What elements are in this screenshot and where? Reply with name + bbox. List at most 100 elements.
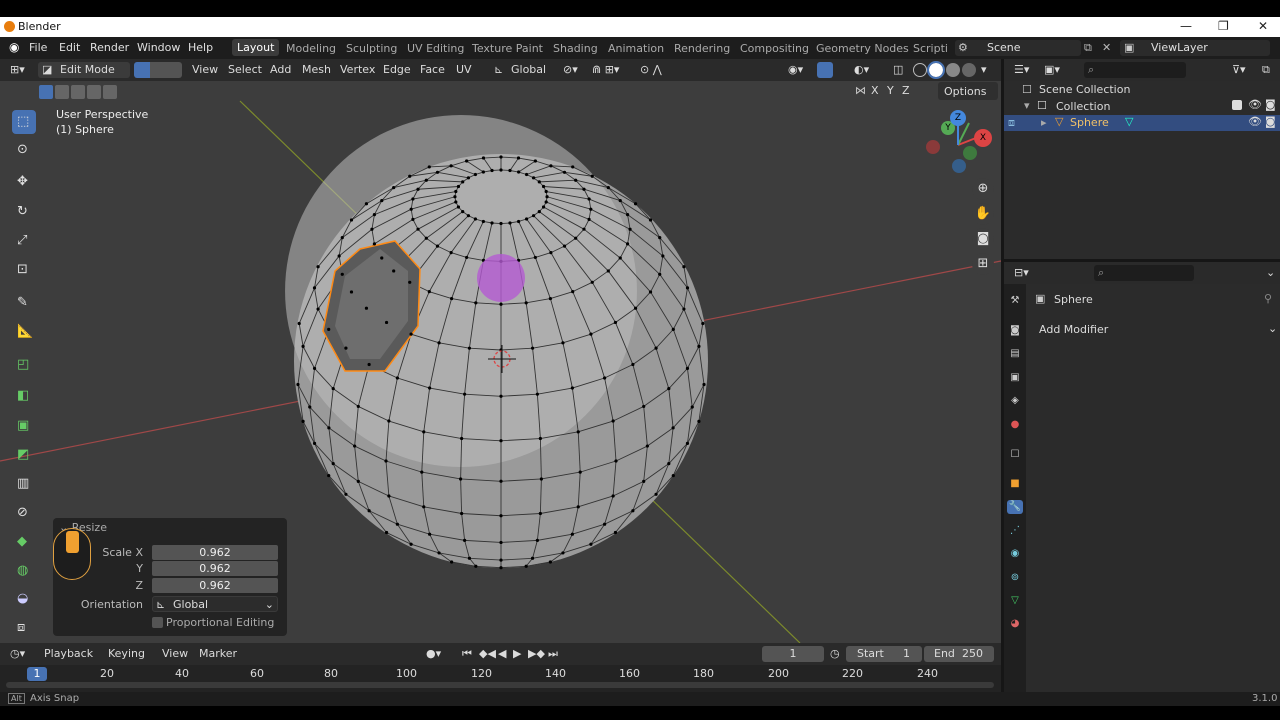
- new-collection-icon[interactable]: ⧉: [1262, 63, 1270, 77]
- display-mode-icon[interactable]: ▣▾: [1044, 63, 1060, 76]
- scale-y-field[interactable]: 0.962: [152, 561, 278, 576]
- header-menu-select[interactable]: Select: [228, 63, 262, 76]
- header-menu-edge[interactable]: Edge: [383, 63, 411, 76]
- workspace-tab-scripting[interactable]: Scripti: [913, 42, 948, 55]
- collection-label[interactable]: Collection: [1056, 100, 1110, 113]
- face-select-mode-button[interactable]: [166, 62, 182, 78]
- new-scene-icon[interactable]: ⧉: [1084, 41, 1092, 55]
- properties-options-icon[interactable]: ⌄: [1266, 266, 1275, 279]
- workspace-tab-modeling[interactable]: Modeling: [286, 42, 336, 55]
- select-mode-buttons[interactable]: [36, 84, 118, 100]
- prev-keyframe-icon[interactable]: ◆◀: [479, 647, 496, 660]
- filter-icon[interactable]: ⊽▾: [1232, 63, 1246, 76]
- menu-file[interactable]: File: [29, 41, 47, 54]
- timeline-menu-playback[interactable]: Playback: [44, 647, 93, 660]
- spin-tool[interactable]: ◍: [12, 559, 36, 583]
- overlay-icon[interactable]: ◐▾: [854, 63, 869, 76]
- bevel-tool[interactable]: ◩: [12, 443, 36, 467]
- scene-tab-icon[interactable]: ◈: [1008, 394, 1022, 408]
- current-frame-field[interactable]: 1: [762, 646, 824, 662]
- proportional-editing-icon[interactable]: ⊙ ⋀: [640, 63, 662, 76]
- workspace-tab-layout[interactable]: Layout: [232, 39, 280, 56]
- edit-mode-indicator-icon[interactable]: ⧈: [1008, 116, 1015, 130]
- timeline-menu-marker[interactable]: Marker: [199, 647, 237, 660]
- object-tab-icon[interactable]: ■: [1008, 477, 1022, 491]
- start-frame-field[interactable]: Start 1: [846, 646, 922, 662]
- adjust-last-operation-panel[interactable]: ⌄ Resize Scale X 0.962 Y 0.962 Z 0.962 O…: [53, 518, 287, 636]
- particles-tab-icon[interactable]: ⋰: [1008, 524, 1022, 538]
- collection-render-camera-icon[interactable]: ◙: [1265, 98, 1276, 111]
- select-intersect-icon[interactable]: [103, 85, 117, 99]
- area-separator-horizontal[interactable]: [1004, 259, 1280, 262]
- cursor-tool[interactable]: ⊙: [12, 138, 36, 162]
- snap-icon[interactable]: ⋒ ⊞▾: [592, 63, 619, 76]
- mirror-icon[interactable]: ⋈: [855, 84, 866, 97]
- xray-icon[interactable]: ◫: [893, 63, 903, 76]
- collection-tab-icon[interactable]: ☐: [1008, 448, 1022, 462]
- gizmo-x-axis[interactable]: X: [974, 129, 992, 147]
- workspace-tab-sculpting[interactable]: Sculpting: [346, 42, 397, 55]
- physics-tab-icon[interactable]: ◉: [1008, 547, 1022, 561]
- end-frame-field[interactable]: End 250: [924, 646, 994, 662]
- modifier-tab-icon[interactable]: 🔧: [1007, 500, 1023, 514]
- output-tab-icon[interactable]: ▤: [1008, 347, 1022, 361]
- navigation-gizmo[interactable]: X Y Z: [925, 110, 995, 180]
- playhead-frame[interactable]: 1: [27, 667, 47, 681]
- jump-end-icon[interactable]: ⏭: [548, 647, 558, 661]
- transform-tool[interactable]: ⊡: [12, 258, 36, 282]
- header-menu-mesh[interactable]: Mesh: [302, 63, 331, 76]
- workspace-tab-rendering[interactable]: Rendering: [674, 42, 730, 55]
- sphere-visibility-eye-icon[interactable]: 👁: [1248, 115, 1262, 128]
- mesh-data-icon[interactable]: ▽: [1125, 115, 1133, 128]
- timeline-menu-view[interactable]: View: [162, 647, 188, 660]
- autokey-record-icon[interactable]: ●▾: [426, 647, 441, 660]
- move-tool[interactable]: ✥: [12, 170, 36, 194]
- gizmo-neg-x-axis[interactable]: [926, 140, 940, 154]
- workspace-tab-shading[interactable]: Shading: [553, 42, 598, 55]
- mirror-x-toggle[interactable]: X: [871, 84, 879, 97]
- collection-exclude-checkbox[interactable]: [1232, 100, 1242, 110]
- workspace-tab-uv-editing[interactable]: UV Editing: [407, 42, 464, 55]
- menu-render[interactable]: Render: [90, 41, 129, 54]
- close-button[interactable]: ✕: [1258, 19, 1268, 33]
- clock-icon[interactable]: ◷: [830, 647, 840, 660]
- gizmo-toggle-button[interactable]: [817, 62, 833, 78]
- material-tab-icon[interactable]: ◕: [1008, 617, 1022, 631]
- header-menu-add[interactable]: Add: [270, 63, 291, 76]
- visibility-icon[interactable]: ◉▾: [788, 63, 803, 76]
- proportional-editing-checkbox[interactable]: [152, 617, 163, 628]
- properties-search-input[interactable]: ⌕: [1094, 265, 1194, 281]
- workspace-tab-compositing[interactable]: Compositing: [740, 42, 809, 55]
- wireframe-shading-button[interactable]: [913, 63, 927, 77]
- editor-type-icon[interactable]: ⊞▾: [10, 63, 25, 76]
- header-menu-view[interactable]: View: [192, 63, 218, 76]
- solid-shading-button[interactable]: [927, 61, 945, 79]
- pan-hand-icon[interactable]: ✋: [972, 203, 994, 225]
- smooth-tool[interactable]: ◒: [12, 587, 36, 611]
- add-cube-tool[interactable]: ◰: [12, 353, 36, 377]
- annotate-tool[interactable]: ✎: [12, 291, 36, 315]
- camera-view-icon[interactable]: ◙: [972, 228, 994, 250]
- collection-expand-icon[interactable]: ▾: [1024, 99, 1030, 112]
- header-menu-vertex[interactable]: Vertex: [340, 63, 375, 76]
- material-shading-button[interactable]: [946, 63, 960, 77]
- constraints-tab-icon[interactable]: ⊚: [1008, 571, 1022, 585]
- mode-selector[interactable]: ◪ Edit Mode: [38, 62, 130, 78]
- orientation-select[interactable]: ⊾ Global ⌄: [152, 596, 278, 612]
- tool-tab-icon[interactable]: ⚒: [1008, 294, 1022, 308]
- perspective-toggle-icon[interactable]: ⊞: [972, 253, 994, 275]
- properties-editor-icon[interactable]: ⊟▾: [1014, 266, 1029, 279]
- measure-tool[interactable]: 📐: [12, 320, 36, 344]
- maximize-button[interactable]: ❐: [1218, 19, 1229, 33]
- workspace-tab-geometry-nodes[interactable]: Geometry Nodes: [816, 42, 909, 55]
- collection-visibility-eye-icon[interactable]: 👁: [1248, 98, 1262, 111]
- mirror-y-toggle[interactable]: Y: [887, 84, 894, 97]
- knife-tool[interactable]: ⊘: [12, 501, 36, 525]
- select-new-icon[interactable]: [39, 85, 53, 99]
- scene-selector[interactable]: ⚙ Scene: [955, 40, 1081, 56]
- extrude-tool[interactable]: ◧: [12, 384, 36, 408]
- menu-window[interactable]: Window: [137, 41, 180, 54]
- play-icon[interactable]: ▶: [513, 647, 521, 660]
- rotate-tool[interactable]: ↻: [12, 200, 36, 224]
- scene-collection-label[interactable]: Scene Collection: [1039, 83, 1130, 96]
